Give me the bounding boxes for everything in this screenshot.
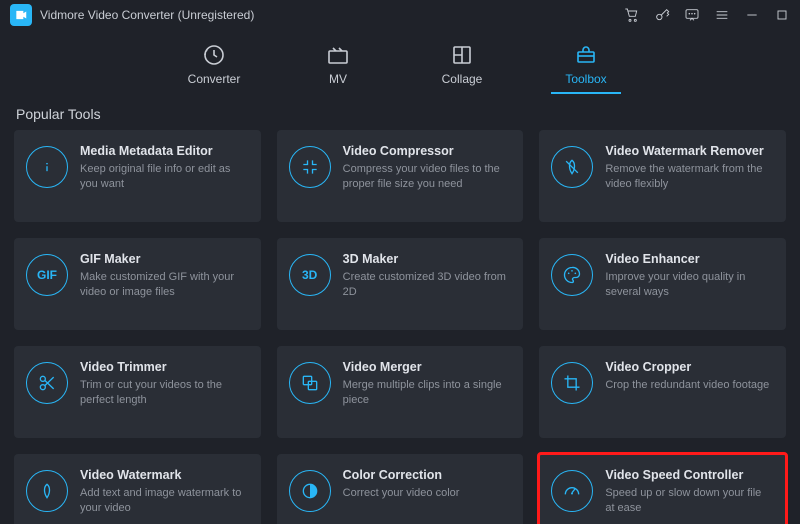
nav-label: Collage — [442, 72, 483, 86]
mv-icon — [326, 42, 350, 68]
app-logo — [10, 4, 32, 26]
tool-media-metadata-editor[interactable]: Media Metadata Editor Keep original file … — [14, 130, 261, 222]
nav-tab-converter[interactable]: Converter — [179, 42, 249, 94]
tool-desc: Improve your video quality in several wa… — [605, 270, 772, 300]
nav-label: MV — [329, 72, 347, 86]
crop-icon — [551, 362, 593, 404]
tool-video-cropper[interactable]: Video Cropper Crop the redundant video fo… — [539, 346, 786, 438]
nav-label: Toolbox — [565, 72, 606, 86]
nav-tab-collage[interactable]: Collage — [427, 42, 497, 94]
tool-title: Color Correction — [343, 468, 510, 482]
top-nav: Converter MV Collage Toolbox — [0, 30, 800, 94]
tool-desc: Remove the watermark from the video flex… — [605, 162, 772, 192]
watermark-icon — [26, 470, 68, 512]
color-icon — [289, 470, 331, 512]
tool-title: Video Speed Controller — [605, 468, 772, 482]
tool-video-watermark[interactable]: Video Watermark Add text and image waterm… — [14, 454, 261, 524]
tool-desc: Make customized GIF with your video or i… — [80, 270, 247, 300]
tool-video-trimmer[interactable]: Video Trimmer Trim or cut your videos to … — [14, 346, 261, 438]
tool-desc: Create customized 3D video from 2D — [343, 270, 510, 300]
3d-icon: 3D — [289, 254, 331, 296]
toolbox-icon — [574, 42, 598, 68]
speed-icon — [551, 470, 593, 512]
converter-icon — [202, 42, 226, 68]
tool-desc: Add text and image watermark to your vid… — [80, 486, 247, 516]
tool-video-speed-controller[interactable]: Video Speed Controller Speed up or slow d… — [539, 454, 786, 524]
nav-tab-mv[interactable]: MV — [303, 42, 373, 94]
tool-color-correction[interactable]: Color Correction Correct your video color — [277, 454, 524, 524]
collage-icon — [450, 42, 474, 68]
tool-gif-maker[interactable]: GIF GIF Maker Make customized GIF with yo… — [14, 238, 261, 330]
gif-icon: GIF — [26, 254, 68, 296]
tool-title: Video Enhancer — [605, 252, 772, 266]
feedback-icon[interactable] — [684, 7, 700, 23]
info-icon — [26, 146, 68, 188]
titlebar: Vidmore Video Converter (Unregistered) — [0, 0, 800, 30]
tool-desc: Correct your video color — [343, 486, 510, 501]
tool-title: Video Watermark — [80, 468, 247, 482]
tool-title: Video Watermark Remover — [605, 144, 772, 158]
section-heading: Popular Tools — [0, 94, 800, 130]
watermark-remove-icon — [551, 146, 593, 188]
tool-3d-maker[interactable]: 3D 3D Maker Create customized 3D video fr… — [277, 238, 524, 330]
tool-desc: Keep original file info or edit as you w… — [80, 162, 247, 192]
window-title: Vidmore Video Converter (Unregistered) — [40, 8, 254, 22]
palette-icon — [551, 254, 593, 296]
tool-video-compressor[interactable]: Video Compressor Compress your video file… — [277, 130, 524, 222]
tool-desc: Merge multiple clips into a single piece — [343, 378, 510, 408]
maximize-icon[interactable] — [774, 7, 790, 23]
menu-icon[interactable] — [714, 7, 730, 23]
minimize-icon[interactable] — [744, 7, 760, 23]
tool-video-merger[interactable]: Video Merger Merge multiple clips into a … — [277, 346, 524, 438]
nav-label: Converter — [188, 72, 241, 86]
tool-desc: Crop the redundant video footage — [605, 378, 772, 393]
tool-title: Video Trimmer — [80, 360, 247, 374]
scissors-icon — [26, 362, 68, 404]
compress-icon — [289, 146, 331, 188]
tool-title: GIF Maker — [80, 252, 247, 266]
tool-desc: Trim or cut your videos to the perfect l… — [80, 378, 247, 408]
tool-title: Video Compressor — [343, 144, 510, 158]
tool-title: Media Metadata Editor — [80, 144, 247, 158]
tool-video-watermark-remover[interactable]: Video Watermark Remover Remove the waterm… — [539, 130, 786, 222]
tool-desc: Speed up or slow down your file at ease — [605, 486, 772, 516]
key-icon[interactable] — [654, 7, 670, 23]
tool-desc: Compress your video files to the proper … — [343, 162, 510, 192]
nav-tab-toolbox[interactable]: Toolbox — [551, 42, 621, 94]
tool-title: Video Cropper — [605, 360, 772, 374]
merge-icon — [289, 362, 331, 404]
tool-video-enhancer[interactable]: Video Enhancer Improve your video quality… — [539, 238, 786, 330]
tool-title: Video Merger — [343, 360, 510, 374]
cart-icon[interactable] — [624, 7, 640, 23]
tools-grid: Media Metadata Editor Keep original file … — [0, 130, 800, 524]
tool-title: 3D Maker — [343, 252, 510, 266]
